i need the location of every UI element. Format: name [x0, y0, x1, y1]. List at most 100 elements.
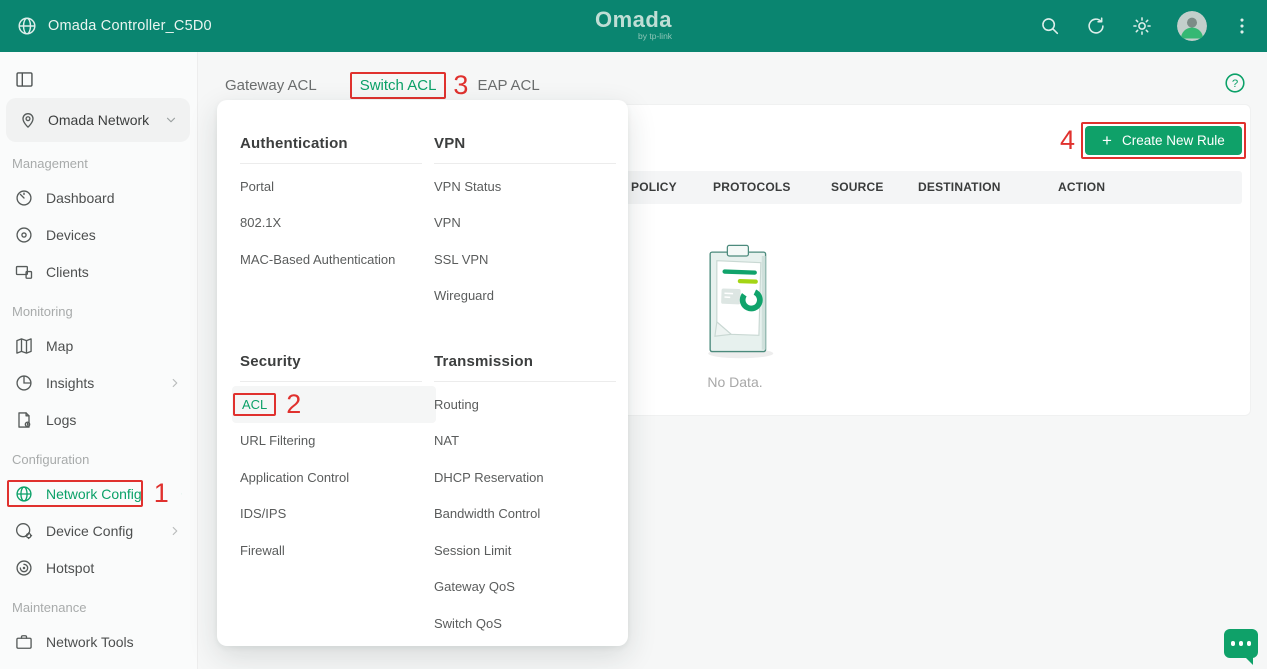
sidebar-item-devices[interactable]: Devices — [0, 216, 196, 253]
menu-item-gateway-qos[interactable]: Gateway QoS — [434, 569, 616, 606]
tab-gateway-acl[interactable]: Gateway ACL — [225, 77, 317, 94]
menu-item-nat[interactable]: NAT — [434, 423, 616, 460]
device-config-icon — [14, 521, 34, 541]
menu-item-portal[interactable]: Portal — [240, 168, 422, 205]
sidebar-item-label: Device Config — [46, 523, 133, 539]
network-config-menu: Authentication Portal 802.1X MAC-Based A… — [217, 100, 628, 646]
empty-state: No Data. — [679, 233, 791, 390]
menu-item-ids-ips[interactable]: IDS/IPS — [240, 496, 422, 533]
menu-item-label: 802.1X — [240, 215, 281, 230]
menu-section-authentication: Authentication — [240, 134, 422, 154]
no-data-text: No Data. — [679, 374, 791, 390]
menu-item-session-limit[interactable]: Session Limit — [434, 532, 616, 569]
tutorial-step3-box: Switch ACL — [350, 72, 447, 99]
menu-item-vpn-status[interactable]: VPN Status — [434, 168, 616, 205]
menu-item-application-control[interactable]: Application Control — [240, 459, 422, 496]
menu-item-dhcp-reservation[interactable]: DHCP Reservation — [434, 459, 616, 496]
menu-item-label: Wireguard — [434, 288, 494, 303]
menu-item-label: Bandwidth Control — [434, 506, 540, 521]
omada-logo: Omada by tp-link — [595, 9, 672, 41]
menu-item-label: Gateway QoS — [434, 579, 515, 594]
sidebar-item-label: Insights — [46, 375, 94, 391]
sidebar-item-hotspot[interactable]: Hotspot — [0, 549, 196, 586]
column-header-destination: DESTINATION — [918, 171, 1001, 204]
no-data-clipboard-illustration — [679, 233, 791, 363]
menu-item-mac-based-authentication[interactable]: MAC-Based Authentication — [240, 241, 422, 278]
refresh-icon[interactable] — [1085, 15, 1107, 37]
column-header-policy: POLICY — [631, 171, 677, 204]
sidebar-item-label: Network Tools — [46, 634, 134, 650]
sidebar-item-dashboard[interactable]: Dashboard — [0, 179, 196, 216]
menu-item-switch-qos[interactable]: Switch QoS — [434, 605, 616, 642]
theme-brightness-icon[interactable] — [1131, 15, 1153, 37]
menu-item-firewall[interactable]: Firewall — [240, 532, 422, 569]
section-label-management: Management — [0, 150, 196, 179]
tutorial-step2-number: 2 — [286, 391, 301, 418]
more-menu-icon[interactable] — [1231, 15, 1253, 37]
menu-item-url-filtering[interactable]: URL Filtering — [240, 423, 422, 460]
menu-item-acl[interactable]: ACL 2 — [232, 386, 436, 423]
sidebar-item-label: Devices — [46, 227, 96, 243]
controller-globe-icon — [16, 15, 38, 37]
logs-icon — [14, 410, 34, 430]
menu-item-label: NAT — [434, 433, 459, 448]
sidebar-item-network-config[interactable]: Network Config 1 — [0, 475, 196, 512]
menu-item-8021x[interactable]: 802.1X — [240, 205, 422, 242]
menu-section-security: Security — [240, 352, 422, 372]
dashboard-icon — [14, 188, 34, 208]
menu-section-transmission: Transmission — [434, 352, 616, 372]
section-label-configuration: Configuration — [0, 438, 196, 475]
omada-logo-subtext: by tp-link — [595, 32, 672, 41]
omada-logo-text: Omada — [595, 7, 672, 32]
sidebar-item-network-tools[interactable]: Network Tools — [0, 623, 196, 660]
sidebar-item-label: Map — [46, 338, 73, 354]
menu-item-label: Session Limit — [434, 543, 511, 558]
tab-switch-acl[interactable]: Switch ACL — [360, 77, 437, 94]
menu-item-label: Routing — [434, 397, 479, 412]
sidebar-collapse-icon[interactable] — [14, 69, 35, 90]
sidebar-item-device-config[interactable]: Device Config — [0, 512, 196, 549]
tutorial-step4-number: 4 — [1060, 127, 1075, 154]
menu-item-vpn[interactable]: VPN — [434, 205, 616, 242]
tab-eap-acl[interactable]: EAP ACL — [477, 77, 539, 94]
sidebar-item-logs[interactable]: Logs — [0, 401, 196, 438]
chevron-right-icon — [168, 524, 182, 538]
menu-item-label: IDS/IPS — [240, 506, 286, 521]
user-avatar[interactable] — [1177, 11, 1207, 41]
chat-support-icon[interactable] — [1224, 629, 1258, 658]
menu-item-label: VPN — [434, 215, 461, 230]
create-new-rule-button[interactable]: + Create New Rule — [1085, 126, 1242, 155]
site-pin-icon — [18, 110, 38, 130]
tutorial-step4-box: + Create New Rule — [1081, 122, 1246, 159]
sidebar-item-insights[interactable]: Insights — [0, 364, 196, 401]
menu-item-ssl-vpn[interactable]: SSL VPN — [434, 241, 616, 278]
column-header-protocols: PROTOCOLS — [713, 171, 791, 204]
clients-icon — [14, 262, 34, 282]
sidebar-item-clients[interactable]: Clients — [0, 253, 196, 290]
sidebar-item-label: Network Config — [46, 486, 142, 502]
sidebar-item-label: Dashboard — [46, 190, 115, 206]
help-icon[interactable]: ? — [1224, 72, 1246, 94]
menu-item-label: Firewall — [240, 543, 285, 558]
menu-item-bandwidth-control[interactable]: Bandwidth Control — [434, 496, 616, 533]
search-icon[interactable] — [1039, 15, 1061, 37]
site-selector[interactable]: Omada Network — [6, 98, 190, 142]
map-icon — [14, 336, 34, 356]
omada-controller-window: Omada Controller_C5D0 Omada by tp-link — [0, 0, 1267, 669]
menu-item-routing[interactable]: Routing — [434, 386, 616, 423]
chevron-right-icon — [181, 487, 182, 501]
main-content: Gateway ACL Switch ACL 3 EAP ACL ? POLIC… — [198, 52, 1267, 669]
help-glyph: ? — [1232, 78, 1238, 90]
tutorial-step2-box: ACL — [233, 393, 276, 416]
tutorial-step3-number: 3 — [453, 72, 468, 99]
plus-icon: + — [1102, 132, 1112, 149]
create-new-rule-label: Create New Rule — [1122, 133, 1225, 148]
sidebar-item-label: Hotspot — [46, 560, 94, 576]
sidebar-item-label: Clients — [46, 264, 89, 280]
menu-item-label: Switch QoS — [434, 616, 502, 631]
insights-icon — [14, 373, 34, 393]
devices-icon — [14, 225, 34, 245]
sidebar-item-map[interactable]: Map — [0, 327, 196, 364]
column-header-source: SOURCE — [831, 171, 884, 204]
menu-item-wireguard[interactable]: Wireguard — [434, 278, 616, 315]
